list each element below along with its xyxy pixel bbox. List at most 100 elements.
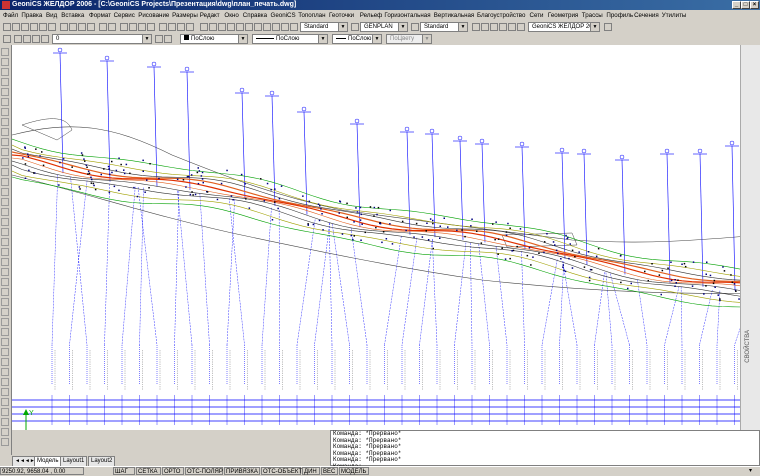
- array-icon[interactable]: [1, 278, 9, 286]
- menu-item[interactable]: Утилиты: [662, 11, 687, 20]
- geonics-icon-6[interactable]: [245, 23, 253, 31]
- workspace-settings-icon[interactable]: [604, 23, 612, 31]
- save-icon[interactable]: [21, 23, 29, 31]
- offset-icon[interactable]: [1, 268, 9, 276]
- minimize-button[interactable]: _: [732, 1, 741, 9]
- menu-item[interactable]: GeoniCS: [271, 11, 296, 20]
- color-select[interactable]: ПоСлою▼: [180, 34, 248, 44]
- circle-icon[interactable]: [1, 108, 9, 116]
- table-style-select[interactable]: Standard▼: [420, 22, 468, 32]
- copy-icon[interactable]: [69, 23, 77, 31]
- dimension-icon[interactable]: [1, 398, 9, 406]
- menu-item[interactable]: Сечения: [634, 11, 659, 20]
- polyline-icon[interactable]: [1, 68, 9, 76]
- workspace-select[interactable]: GeoniCS ЖЕЛДОР 2006▼: [528, 22, 600, 32]
- undo-icon[interactable]: [99, 23, 107, 31]
- trim-icon[interactable]: [1, 328, 9, 336]
- cut-icon[interactable]: [60, 23, 68, 31]
- zoom-window-icon[interactable]: [138, 23, 146, 31]
- publish-icon[interactable]: [48, 23, 56, 31]
- inquiry-icon[interactable]: [1, 438, 9, 446]
- redo-icon[interactable]: [108, 23, 116, 31]
- new-icon[interactable]: [3, 23, 11, 31]
- construction-line-icon[interactable]: [1, 58, 9, 66]
- menu-item[interactable]: Геоточки: [329, 11, 354, 20]
- menu-item[interactable]: Топоплан: [298, 11, 325, 20]
- design-center-icon[interactable]: [168, 23, 176, 31]
- geonics-icon-10[interactable]: [281, 23, 289, 31]
- menu-item[interactable]: Правка: [21, 11, 42, 20]
- pan-icon[interactable]: [120, 23, 128, 31]
- properties-icon[interactable]: [159, 23, 167, 31]
- rotate-icon[interactable]: [1, 298, 9, 306]
- point-icon[interactable]: [1, 178, 9, 186]
- menu-item[interactable]: Окно: [224, 11, 238, 20]
- fillet-icon[interactable]: [1, 378, 9, 386]
- menu-item[interactable]: Профиль: [606, 11, 633, 20]
- geonics-icon-12[interactable]: [481, 23, 489, 31]
- ellipse-arc-icon[interactable]: [1, 148, 9, 156]
- toggle-grid[interactable]: СЕТКА: [136, 467, 161, 475]
- menu-item[interactable]: Редакт: [200, 11, 220, 20]
- revision-cloud-icon[interactable]: [1, 118, 9, 126]
- geonics-icon-13[interactable]: [490, 23, 498, 31]
- scale-icon[interactable]: [1, 308, 9, 316]
- toggle-model[interactable]: МОДЕЛЬ: [339, 467, 369, 475]
- toggle-dyn[interactable]: ДИН: [302, 467, 320, 475]
- drawing-canvas[interactable]: Y X: [12, 45, 760, 430]
- move-icon[interactable]: [1, 288, 9, 296]
- menu-item[interactable]: Сети: [530, 11, 544, 20]
- geonics-icon-14[interactable]: [499, 23, 507, 31]
- match-properties-icon[interactable]: [87, 23, 95, 31]
- menu-item[interactable]: Благоустройство: [477, 11, 525, 20]
- tolerance-icon[interactable]: [1, 418, 9, 426]
- menu-item[interactable]: Горизонтальная: [384, 11, 430, 20]
- make-current-icon[interactable]: [155, 35, 163, 43]
- properties-palette[interactable]: [740, 45, 760, 430]
- tray-settings-icon[interactable]: ▾: [748, 467, 760, 475]
- preview-icon[interactable]: [39, 23, 47, 31]
- table-icon[interactable]: [1, 218, 9, 226]
- line-icon[interactable]: [1, 48, 9, 56]
- arc-icon[interactable]: [1, 98, 9, 106]
- geonics-icon-5[interactable]: [236, 23, 244, 31]
- toggle-ortho[interactable]: ОРТО: [162, 467, 184, 475]
- text-style-select[interactable]: Standard▼: [300, 22, 348, 32]
- geonics-icon-3[interactable]: [218, 23, 226, 31]
- geonics-icon-8[interactable]: [263, 23, 271, 31]
- lineweight-select[interactable]: ПоСлою▼: [332, 34, 382, 44]
- polygon-icon[interactable]: [1, 78, 9, 86]
- geonics-icon-2[interactable]: [209, 23, 217, 31]
- extend-icon[interactable]: [1, 338, 9, 346]
- toggle-snap[interactable]: ШАГ: [113, 467, 135, 475]
- open-icon[interactable]: [12, 23, 20, 31]
- menu-item[interactable]: Размеры: [172, 11, 198, 20]
- gradient-icon[interactable]: [1, 198, 9, 206]
- geonics-icon-1[interactable]: [200, 23, 208, 31]
- toggle-otrack[interactable]: ОТС-ОБЪЕКТ: [261, 467, 301, 475]
- toggle-polar[interactable]: ОТС-ПОЛЯР: [185, 467, 223, 475]
- menu-item[interactable]: Файл: [3, 11, 18, 20]
- join-icon[interactable]: [1, 358, 9, 366]
- explode-icon[interactable]: [1, 388, 9, 396]
- multiline-text-icon[interactable]: [1, 228, 9, 236]
- menu-item[interactable]: Формат: [89, 11, 111, 20]
- center-mark-icon[interactable]: [1, 428, 9, 436]
- stretch-icon[interactable]: [1, 318, 9, 326]
- geonics-icon-11[interactable]: [472, 23, 480, 31]
- help-icon[interactable]: [186, 23, 194, 31]
- make-block-icon[interactable]: [1, 168, 9, 176]
- region-icon[interactable]: [1, 208, 9, 216]
- erase-icon[interactable]: [1, 238, 9, 246]
- copy-icon[interactable]: [1, 248, 9, 256]
- command-line[interactable]: Команда: *Прервано* Команда: *Прервано* …: [330, 430, 760, 466]
- geonics-icon-4[interactable]: [227, 23, 235, 31]
- zoom-previous-icon[interactable]: [147, 23, 155, 31]
- linetype-select[interactable]: ПоСлою▼: [252, 34, 328, 44]
- print-icon[interactable]: [30, 23, 38, 31]
- menu-item[interactable]: Трассы: [582, 11, 603, 20]
- menu-item[interactable]: Вертикальная: [434, 11, 475, 20]
- geonics-icon-16[interactable]: [517, 23, 525, 31]
- menu-item[interactable]: Вставка: [61, 11, 84, 20]
- paste-icon[interactable]: [78, 23, 86, 31]
